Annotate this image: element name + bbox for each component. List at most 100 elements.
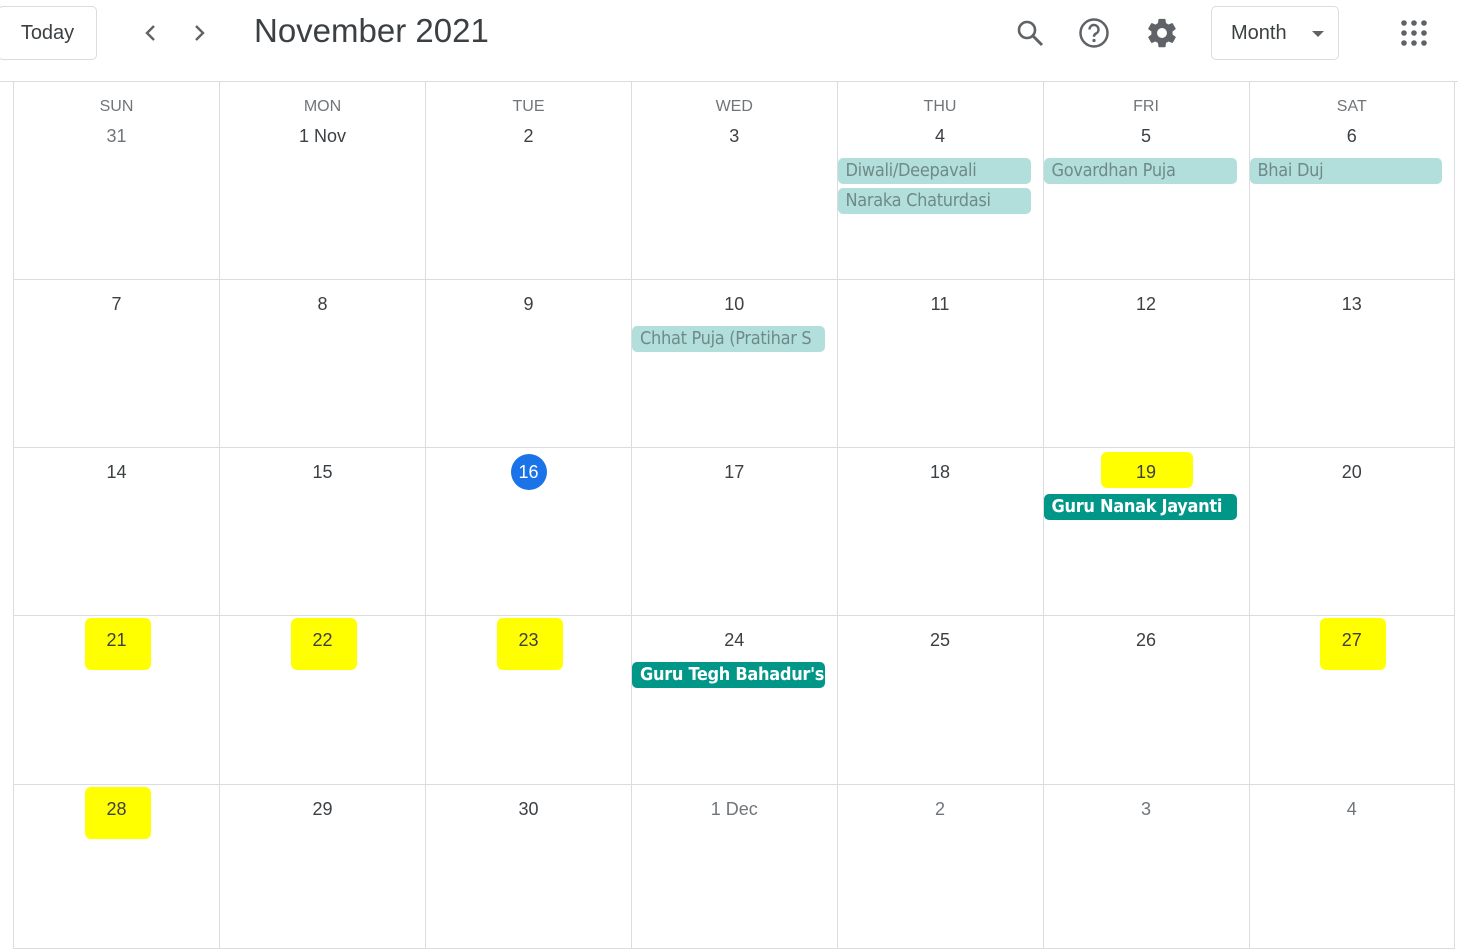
day-number-text: 29 — [312, 799, 333, 819]
day-cell[interactable]: 16 — [426, 448, 632, 616]
day-number[interactable]: 27 — [1250, 618, 1455, 670]
day-cell[interactable]: 18 — [837, 448, 1044, 616]
day-cell[interactable]: 13 — [1249, 280, 1455, 448]
day-cell[interactable]: 1 Dec — [632, 785, 838, 949]
day-cell[interactable]: SUN 31 — [14, 82, 220, 280]
day-number[interactable]: 25 — [838, 622, 1043, 658]
day-cell[interactable]: 11 — [837, 280, 1044, 448]
day-number[interactable]: 2 — [838, 791, 1043, 827]
day-cell[interactable]: 2 — [837, 785, 1044, 949]
day-cell[interactable]: 7 — [14, 280, 220, 448]
day-number[interactable]: 18 — [838, 454, 1043, 490]
day-number[interactable]: 7 — [14, 286, 219, 322]
day-number[interactable]: 1 Nov — [220, 118, 425, 154]
day-number[interactable]: 24 — [632, 622, 837, 658]
search-icon[interactable] — [1011, 14, 1049, 52]
day-number[interactable]: 5 — [1044, 118, 1249, 154]
day-cell[interactable]: 19 Guru Nanak Jayanti — [1043, 448, 1250, 616]
day-number[interactable]: 21 — [14, 618, 219, 670]
chevron-right-icon[interactable] — [182, 16, 216, 50]
today-button[interactable]: Today — [0, 6, 97, 60]
day-number[interactable]: 8 — [220, 286, 425, 322]
day-number[interactable]: 13 — [1250, 286, 1455, 322]
day-number[interactable]: 15 — [220, 454, 425, 490]
day-cell[interactable]: 21 — [14, 616, 220, 785]
day-cell[interactable]: 15 — [220, 448, 426, 616]
weekday-label: MON — [303, 98, 342, 115]
day-number[interactable]: 2 — [426, 118, 631, 154]
day-cell[interactable]: 27 — [1249, 616, 1455, 785]
apps-grid-icon[interactable] — [1395, 14, 1433, 52]
day-cell[interactable]: 29 — [220, 785, 426, 949]
help-icon[interactable] — [1075, 14, 1113, 52]
day-number-text: 2 — [523, 126, 534, 146]
weekday-label: WED — [715, 98, 753, 115]
day-number[interactable]: 10 — [632, 286, 837, 322]
day-cell[interactable]: 3 — [1043, 785, 1250, 949]
day-cell[interactable]: 25 — [837, 616, 1044, 785]
day-cell[interactable]: SAT 6 Bhai Duj — [1249, 82, 1455, 280]
day-number[interactable]: 31 — [14, 118, 219, 154]
day-number[interactable]: 20 — [1250, 454, 1455, 490]
day-number[interactable]: 17 — [632, 454, 837, 490]
day-cell[interactable]: 20 — [1249, 448, 1455, 616]
day-cell[interactable]: 12 — [1043, 280, 1250, 448]
day-cell[interactable]: 22 — [220, 616, 426, 785]
day-number-text: 4 — [934, 126, 945, 146]
day-cell[interactable]: 24 Guru Tegh Bahadur's M — [632, 616, 838, 785]
day-number[interactable]: 11 — [838, 286, 1043, 322]
day-cell[interactable]: FRI 5 Govardhan Puja — [1043, 82, 1250, 280]
day-number-text: 6 — [1346, 126, 1357, 146]
day-number[interactable]: 19 — [1044, 452, 1249, 490]
day-cell[interactable]: 4 — [1249, 785, 1455, 949]
day-number[interactable]: 4 — [838, 118, 1043, 154]
event-chip[interactable]: Guru Nanak Jayanti — [1043, 494, 1237, 520]
day-number[interactable]: 3 — [1044, 791, 1249, 827]
day-number[interactable]: 12 — [1044, 286, 1249, 322]
day-number[interactable]: 30 — [426, 791, 631, 827]
day-number[interactable]: 4 — [1250, 791, 1455, 827]
event-chip[interactable]: Chhat Puja (Pratihar S — [632, 326, 825, 352]
settings-icon[interactable] — [1143, 14, 1181, 52]
day-number-text: 14 — [106, 462, 127, 482]
day-cell[interactable]: 26 — [1043, 616, 1250, 785]
day-cell[interactable]: 14 — [14, 448, 220, 616]
day-number-text: 9 — [523, 294, 534, 314]
day-number[interactable]: 1 Dec — [632, 791, 837, 827]
day-number[interactable]: 28 — [14, 787, 219, 839]
day-number-text: 23 — [518, 630, 539, 650]
event-chip[interactable]: Guru Tegh Bahadur's M — [632, 662, 825, 688]
day-cell[interactable]: 17 — [632, 448, 838, 616]
day-number-text: 10 — [724, 294, 745, 314]
day-number[interactable]: 14 — [14, 454, 219, 490]
day-number-text: 13 — [1341, 294, 1362, 314]
day-cell[interactable]: 8 — [220, 280, 426, 448]
day-number[interactable]: 9 — [426, 286, 631, 322]
day-cell[interactable]: THU 4 Diwali/Deepavali Naraka Chaturdasi — [837, 82, 1044, 280]
event-chip[interactable]: Naraka Chaturdasi — [837, 188, 1031, 214]
day-cell[interactable]: 10 Chhat Puja (Pratihar S — [632, 280, 838, 448]
day-number-text: 2 — [934, 799, 945, 819]
day-cell[interactable]: WED 3 — [632, 82, 838, 280]
day-cell[interactable]: MON 1 Nov — [220, 82, 426, 280]
event-chip[interactable]: Diwali/Deepavali — [837, 158, 1031, 184]
event-chip[interactable]: Govardhan Puja — [1043, 158, 1237, 184]
day-cell[interactable]: 9 — [426, 280, 632, 448]
day-number[interactable]: 16 — [426, 454, 631, 490]
weekday-label: FRI — [1133, 98, 1159, 115]
day-number[interactable]: 3 — [632, 118, 837, 154]
chevron-left-icon[interactable] — [134, 16, 168, 50]
day-cell[interactable]: 23 — [426, 616, 632, 785]
day-number-text: 8 — [317, 294, 328, 314]
day-cell[interactable]: TUE 2 — [426, 82, 632, 280]
day-number-text: 31 — [106, 126, 127, 146]
day-number[interactable]: 26 — [1044, 622, 1249, 658]
view-selector[interactable]: Month — [1211, 6, 1339, 60]
day-number[interactable]: 29 — [220, 791, 425, 827]
day-number[interactable]: 23 — [426, 618, 631, 670]
day-number[interactable]: 22 — [220, 618, 425, 670]
event-chip[interactable]: Bhai Duj — [1249, 158, 1442, 184]
day-cell[interactable]: 30 — [426, 785, 632, 949]
day-number[interactable]: 6 — [1250, 118, 1455, 154]
day-cell[interactable]: 28 — [14, 785, 220, 949]
